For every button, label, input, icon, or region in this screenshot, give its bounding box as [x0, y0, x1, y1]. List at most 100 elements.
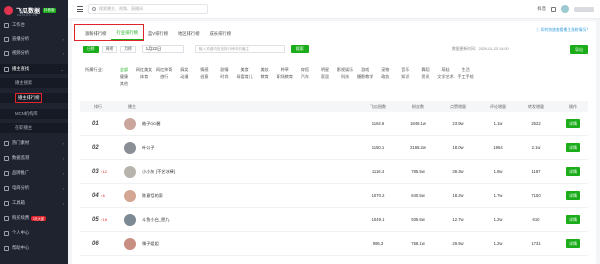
industry-option[interactable]: 资讯	[421, 74, 429, 80]
sidebar-subitem-mcn-library[interactable]: MCN机构库	[0, 109, 68, 119]
table-row[interactable]: 05 ↑18 斗鱼小白_肥九 1049.1 935.6w 12.7w 1.2w 610 详情	[80, 209, 588, 232]
table-row[interactable]: 02 叶公子 1150.1 2168.2w 18.0w 1954 2.1w 详情	[80, 137, 588, 160]
sidebar-item-brand-promotion[interactable]: 品牌推广 ›	[0, 168, 68, 178]
sidebar-subitem-active-creators[interactable]: 在职播主	[0, 123, 68, 133]
industry-option[interactable]: 搞笑	[180, 67, 188, 73]
table-row[interactable]: 03 ↑12 小小灰 (不艺冰棒) 1116.4 785.5w 39.3w 1.8w 1187…	[80, 161, 588, 184]
industry-option[interactable]: 剧情	[220, 67, 228, 73]
creator-name[interactable]: 陈意恬的家	[142, 193, 163, 199]
industry-option[interactable]: 文学艺术	[437, 74, 453, 80]
tab-blue-v[interactable]: 蓝V排行榜	[143, 27, 173, 40]
tab-growth[interactable]: 成长排行榜	[205, 27, 236, 40]
notice-icon[interactable]	[551, 6, 556, 12]
industry-option[interactable]: 职场教育	[277, 74, 293, 80]
tab-industry[interactable]: 行业排行榜	[111, 27, 143, 40]
creator-name[interactable]: 斗鱼小白_肥九	[142, 217, 169, 223]
sidebar-item-ecommerce[interactable]: 电商分析 ›	[0, 183, 68, 193]
industry-option[interactable]: 知识	[401, 74, 409, 80]
sidebar-item-video-analysis[interactable]: 视频分析 ›	[0, 48, 68, 58]
industry-option[interactable]: 情感	[200, 67, 208, 73]
creator-avatar[interactable]	[124, 190, 136, 202]
industry-option[interactable]: 教育	[261, 74, 269, 80]
industry-option[interactable]: 生活	[462, 67, 470, 73]
industry-option[interactable]: 母婴育儿	[236, 74, 252, 80]
tab-region[interactable]: 地区排行榜	[173, 27, 204, 40]
global-search-input[interactable]: 搜索播主、视频、直播间	[88, 4, 208, 14]
industry-option[interactable]: 种草	[281, 67, 289, 73]
creator-name[interactable]: 柚子cici酱	[142, 121, 161, 127]
sidebar-item-purchase[interactable]: 购买续费 3天大促	[0, 213, 68, 223]
menu-toggle-icon[interactable]	[77, 6, 83, 12]
sidebar-item-help[interactable]: 帮助中心	[0, 243, 68, 253]
table-row[interactable]: 04 ↑6 陈意恬的家 1070.2 640.5w 18.2w 1.7w 7150 详情	[80, 185, 588, 208]
detail-button[interactable]: 详情	[566, 167, 580, 176]
sidebar-item-creator-search[interactable]: 播主查找 ⌄	[0, 64, 68, 74]
industry-option[interactable]: 全部	[120, 67, 128, 73]
industry-option[interactable]: 明星	[321, 67, 329, 73]
detail-button[interactable]: 详情	[566, 143, 580, 152]
creator-name[interactable]: 小小灰 (不艺冰棒)	[142, 169, 175, 175]
industry-option[interactable]: 穿搭	[301, 67, 309, 73]
industry-option[interactable]: 动漫	[180, 74, 188, 80]
export-button[interactable]: 导出	[570, 45, 588, 54]
avatar[interactable]	[561, 5, 569, 13]
rank-change: ↑18	[100, 218, 107, 222]
industry-option[interactable]: 时尚	[220, 74, 228, 80]
creator-avatar[interactable]	[124, 238, 136, 250]
industry-option[interactable]: 宠物	[381, 67, 389, 73]
sidebar-item-workbench[interactable]: 工作台	[0, 20, 68, 30]
sidebar-subitem-creator-ranking[interactable]: 播主排行榜	[0, 93, 68, 103]
industry-option[interactable]: 影视娱乐	[337, 67, 353, 73]
industry-option[interactable]: 美食	[241, 67, 249, 73]
period-day[interactable]: 日榜	[83, 45, 99, 53]
table-row[interactable]: 06 噗子姐姐 995.3 758.1w 29.5w 1.2w 1731 详情	[80, 233, 588, 256]
sidebar-subitem-creator-search[interactable]: 播主搜索	[0, 78, 68, 88]
period-month[interactable]: 月榜	[120, 45, 136, 53]
industry-option[interactable]: 体育	[140, 74, 148, 80]
creator-name[interactable]: 噗子姐姐	[142, 241, 159, 247]
industry-option[interactable]: 手工手绘	[458, 74, 474, 80]
detail-button[interactable]: 详情	[566, 239, 580, 248]
creator-avatar[interactable]	[124, 214, 136, 226]
username-redacted[interactable]	[574, 6, 594, 12]
search-button[interactable]: 搜索	[290, 45, 309, 53]
detail-button[interactable]: 详情	[566, 215, 580, 224]
search-icon	[92, 7, 96, 11]
industry-option[interactable]: 汽车	[301, 74, 309, 80]
period-week[interactable]: 周榜	[101, 45, 118, 53]
industry-option[interactable]: 网红帅哥	[156, 67, 172, 73]
region-select[interactable]: 抖音	[537, 6, 546, 12]
industry-option[interactable]: 家居	[321, 74, 329, 80]
sidebar-item-monitoring[interactable]: 数据监测 ›	[0, 153, 68, 163]
sidebar-item-profile[interactable]: 个人中心	[0, 228, 68, 238]
industry-option[interactable]: 音乐	[401, 67, 409, 73]
industry-option[interactable]: 政务	[381, 74, 389, 80]
industry-option[interactable]: 舞蹈	[421, 67, 429, 73]
industry-option[interactable]: 健康	[120, 74, 128, 80]
industry-option[interactable]: 游戏	[361, 67, 369, 73]
industry-option[interactable]: 美妆	[261, 67, 269, 73]
industry-option[interactable]: 科技	[341, 74, 349, 80]
cell-index: 1164.6	[371, 121, 385, 126]
industry-option[interactable]: 网红美女	[136, 67, 152, 73]
industry-option[interactable]: 创意	[200, 74, 208, 80]
table-row[interactable]: 01 柚子cici酱 1164.6 1848.1w 23.9w 1.1w 2522 详情	[80, 113, 588, 136]
industry-option[interactable]: 旅行	[160, 74, 168, 80]
sidebar-item-hot-materials[interactable]: 热门素材 ›	[0, 138, 68, 148]
creator-avatar[interactable]	[124, 142, 136, 154]
creator-avatar[interactable]	[124, 166, 136, 178]
industry-option[interactable]: 其他	[120, 81, 128, 87]
industry-option[interactable]: 摄影教学	[357, 74, 373, 80]
date-picker[interactable]: 1月22日	[141, 45, 184, 53]
detail-button[interactable]: 详情	[566, 191, 580, 200]
tab-fans-growth[interactable]: 涨粉排行榜	[80, 27, 111, 40]
cell-comments: 1.1w	[493, 121, 503, 126]
industry-option[interactable]: 萌娃	[442, 67, 450, 73]
ranking-search-input[interactable]: 输入关键词查找排行榜中的播主	[194, 45, 285, 53]
help-link[interactable]: ⓘ 如何快速查看播主涨粉情况？	[536, 28, 590, 33]
sidebar-item-live-analysis[interactable]: 直播分析 ›	[0, 34, 68, 44]
sidebar-item-toolbox[interactable]: 工具箱 ›	[0, 198, 68, 208]
creator-name[interactable]: 叶公子	[142, 145, 155, 151]
detail-button[interactable]: 详情	[566, 119, 580, 128]
creator-avatar[interactable]	[124, 118, 136, 130]
